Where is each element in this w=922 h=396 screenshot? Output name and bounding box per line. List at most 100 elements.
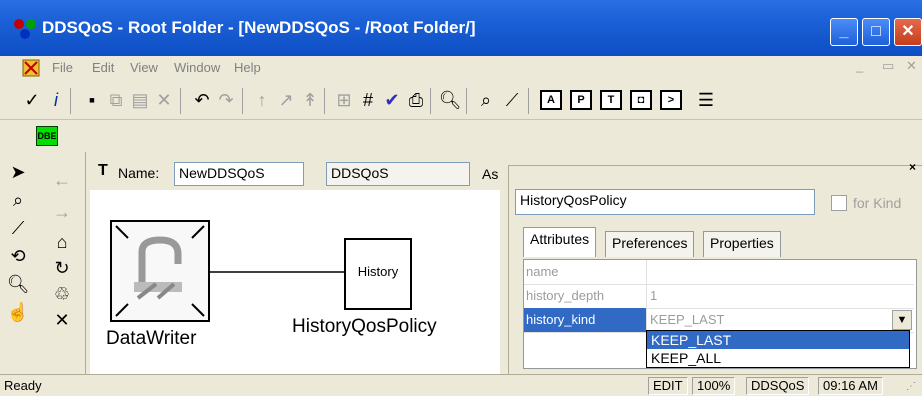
toolbar-separator (70, 88, 71, 114)
aspect-t-icon[interactable]: T (600, 90, 622, 110)
connect-icon[interactable]: ⟋ (500, 88, 524, 112)
attribute-key: name (526, 264, 559, 279)
menu-edit[interactable]: Edit (92, 60, 114, 75)
up-branch-icon[interactable]: ↟ (298, 88, 322, 112)
menu-help[interactable]: Help (234, 60, 261, 75)
menu-bar: File Edit View Window Help _ ▭ ✕ (0, 56, 922, 80)
aspect-a-icon[interactable]: A (540, 90, 562, 110)
for-kind-label: for Kind (853, 195, 902, 211)
close-button[interactable]: ✕ (894, 18, 922, 46)
component-toolbar: DBE (0, 120, 922, 152)
dbe-button[interactable]: DBE (36, 126, 58, 146)
history-policy-box[interactable]: History (344, 238, 412, 310)
panel-icon[interactable]: ☰ (694, 88, 718, 112)
magnify-icon[interactable]: 🔍︎ (6, 272, 30, 296)
aspect-o-icon[interactable]: ◘ (630, 90, 652, 110)
name-input[interactable]: NewDDSQoS (174, 162, 304, 186)
info-icon[interactable]: i (44, 88, 68, 112)
zoom-indicator: 100% (692, 377, 736, 395)
toolbar-separator (324, 88, 325, 114)
name-label: Name: (118, 165, 160, 181)
paste-icon[interactable]: ▤ (128, 88, 152, 112)
toolbar-separator (180, 88, 181, 114)
attribute-row[interactable]: name (524, 260, 914, 285)
status-text: Ready (4, 378, 42, 393)
main-toolbar: ✓ i ▪ ⧉ ▤ ✕ ↶ ↷ ↑ ↗ ↟ ⊞ # ✔ ⎙ 🔍︎ ⌕ ⟋ A P… (0, 80, 922, 120)
mdi-restore-icon[interactable]: ▭ (882, 58, 894, 74)
attribute-key: history_depth (526, 288, 605, 303)
for-kind-checkbox[interactable] (831, 195, 847, 211)
validate-icon[interactable]: ✔ (380, 88, 404, 112)
find-icon[interactable]: 🔍︎ (438, 88, 462, 112)
toolbar-separator (528, 88, 529, 114)
faucet-icon (115, 225, 205, 317)
up-icon[interactable]: ↑ (250, 88, 274, 112)
attribute-key: history_kind (526, 312, 596, 327)
save-icon[interactable]: ▪ (80, 88, 104, 112)
text-tool-icon[interactable]: T (98, 162, 108, 180)
redo-icon[interactable]: ↷ (214, 88, 238, 112)
layout-icon[interactable]: ⊞ (332, 88, 356, 112)
remove-icon[interactable]: ✕ (50, 308, 74, 332)
undo-icon[interactable]: ↶ (190, 88, 214, 112)
attribute-value: 1 (650, 288, 658, 303)
refresh-icon[interactable]: ↻ (50, 256, 74, 280)
status-bar: Ready EDIT 100% DDSQoS 09:16 AM ⋰ (0, 374, 922, 396)
resize-grip-icon[interactable]: ⋰ (906, 381, 916, 392)
attribute-value[interactable]: KEEP_LAST (650, 312, 724, 327)
attribute-row[interactable]: history_depth 1 (524, 284, 914, 309)
document-menu-icon[interactable] (22, 59, 40, 77)
connect-tool-icon[interactable]: ⟋ (6, 216, 30, 240)
toolbar-separator (430, 88, 431, 114)
aspect-label: As (482, 166, 499, 182)
copy-icon[interactable]: ⧉ (104, 88, 128, 112)
zoom-tool-icon[interactable]: ⌕ (6, 188, 30, 212)
object-name-field[interactable]: HistoryQosPolicy (515, 189, 815, 215)
aspect-p-icon[interactable]: P (570, 90, 592, 110)
delete-icon[interactable]: ✕ (152, 88, 176, 112)
hand-icon[interactable]: ☝ (6, 300, 30, 324)
column-divider (646, 308, 647, 332)
menu-file[interactable]: File (52, 60, 73, 75)
policy-label: HistoryQosPolicy (292, 316, 437, 337)
inspector-close-icon[interactable]: × (909, 160, 916, 174)
mdi-close-icon[interactable]: ✕ (906, 58, 917, 74)
visualize-icon[interactable]: ⟲ (6, 244, 30, 268)
maximize-button[interactable]: □ (862, 18, 890, 46)
home-icon[interactable]: ⌂ (50, 230, 74, 254)
window-title: DDSQoS - Root Folder - [NewDDSQoS - /Roo… (42, 18, 476, 37)
minimize-button[interactable]: _ (830, 18, 858, 46)
back-arrow-icon[interactable]: ← (50, 168, 74, 192)
tool-palette: ➤ ⌕ ⟋ ⟲ 🔍︎ ☝ ← → ⌂ ↻ ♲ ✕ (0, 152, 86, 374)
cycle-icon[interactable]: ♲ (50, 282, 74, 306)
aspect-console-icon[interactable]: > (660, 90, 682, 110)
tab-properties[interactable]: Properties (703, 231, 781, 257)
dropdown-option[interactable]: KEEP_ALL (647, 349, 909, 367)
datawriter-box[interactable] (110, 220, 210, 322)
toolbar-separator (466, 88, 467, 114)
menu-view[interactable]: View (130, 60, 158, 75)
column-divider (646, 260, 647, 284)
history-kind-dropdown[interactable]: KEEP_LAST KEEP_ALL (646, 330, 910, 368)
clock: 09:16 AM (818, 377, 883, 395)
inspector-divider (509, 165, 922, 170)
up-right-icon[interactable]: ↗ (274, 88, 298, 112)
pointer-icon[interactable]: ➤ (6, 160, 30, 184)
title-bar: DDSQoS - Root Folder - [NewDDSQoS - /Roo… (0, 0, 922, 56)
dropdown-option[interactable]: KEEP_LAST (647, 331, 909, 349)
mdi-minimize-icon[interactable]: _ (856, 58, 863, 73)
print-icon[interactable]: ⎙ (404, 88, 428, 112)
grid-icon[interactable]: # (356, 88, 380, 112)
app-icon (14, 19, 36, 39)
diagram-canvas[interactable]: DataWriter History HistoryQosPolicy (90, 190, 500, 374)
chevron-down-icon[interactable]: ▼ (892, 310, 912, 330)
mode-indicator: EDIT (648, 377, 688, 395)
zoom-icon[interactable]: ⌕ (474, 88, 498, 112)
tab-attributes[interactable]: Attributes (523, 227, 597, 257)
menu-window[interactable]: Window (174, 60, 220, 75)
kind-field: DDSQoS (326, 162, 470, 186)
check-icon[interactable]: ✓ (20, 88, 44, 112)
tab-preferences[interactable]: Preferences (605, 231, 695, 257)
forward-arrow-icon[interactable]: → (50, 200, 74, 224)
datawriter-label: DataWriter (106, 328, 197, 349)
